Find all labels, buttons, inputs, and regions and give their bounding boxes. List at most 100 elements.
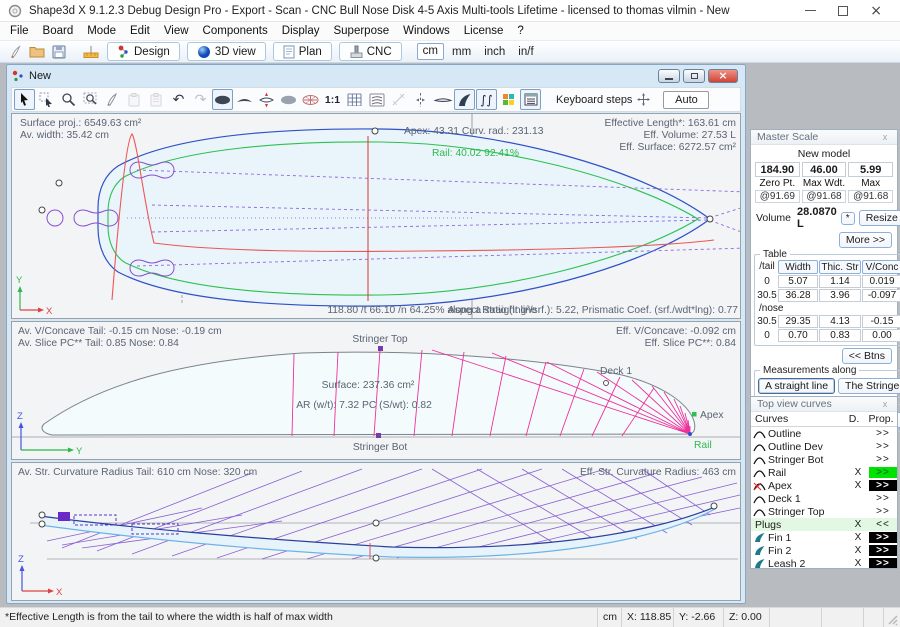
wireframe-view-icon[interactable] [300,89,321,110]
master-scale-titlebar[interactable]: Master Scale x [751,130,897,145]
unit-cm[interactable]: cm [417,43,444,60]
pen-tool-icon[interactable] [5,43,24,61]
unit-inch[interactable]: inch [479,46,510,58]
table-cell[interactable]: -0.097 [862,289,900,302]
prop-button[interactable]: >> [869,493,897,504]
curve-row-outline[interactable]: Outline >> [751,427,897,440]
slice-view-panel[interactable]: Z Y Av. V/Concave Tail: -0.15 cm Nose: -… [11,321,741,460]
paste-slice-icon[interactable] [146,89,167,110]
area-select-icon[interactable] [36,89,57,110]
curve-row-leash[interactable]: Leash 2 X >> [751,557,897,569]
width-column-button[interactable]: Width [778,260,818,274]
curvature-tool-icon[interactable]: ∫∫ [476,89,497,110]
curve-row-apex[interactable]: Apex X >> [751,479,897,492]
zoom-in-icon[interactable] [58,89,79,110]
document-titlebar[interactable]: New × [7,65,745,86]
slice-view-canvas[interactable]: Z Y Av. V/Concave Tail: -0.15 cm Nose: -… [12,322,740,459]
unit-mm[interactable]: mm [447,46,476,58]
top-view-canvas[interactable]: Y X Surface proj.: 6549.63 cm² Av. width… [12,114,740,318]
redo-icon[interactable]: ↷ [190,89,211,110]
properties-list-icon[interactable] [520,89,541,110]
plan-button[interactable]: Plan [273,42,332,61]
table-cell[interactable]: -0.15 [862,315,900,328]
curve-row-deck1[interactable]: Deck 1 >> [751,492,897,505]
max-thck-value[interactable]: @91.68 [848,190,893,203]
curve-row-stringer-top[interactable]: Stringer Top >> [751,505,897,518]
menu-board[interactable]: Board [36,23,81,39]
curve-row-outline-dev[interactable]: Outline Dev >> [751,440,897,453]
prop-button[interactable]: >> [869,545,897,556]
curve-row-stringer-bot[interactable]: Stringer Bot >> [751,453,897,466]
design-button[interactable]: Design [107,42,180,61]
unit-inf[interactable]: in/f [513,46,538,58]
center-guides-icon[interactable] [410,89,431,110]
menu-windows[interactable]: Windows [396,23,457,39]
zero-pt-value[interactable]: @91.69 [755,190,800,203]
menu-edit[interactable]: Edit [123,23,157,39]
menu-superpose[interactable]: Superpose [326,23,396,39]
length-value[interactable]: 184.90 [755,162,800,177]
scale-tool-icon[interactable] [81,43,100,61]
cnc-button[interactable]: CNC [339,42,402,61]
curve-row-fin1[interactable]: Fin 1 X >> [751,531,897,544]
curve-row-plugs[interactable]: Plugs X << [751,518,897,531]
prop-button[interactable]: >> [869,441,897,452]
curves-close-icon[interactable]: x [879,399,891,409]
curve-row-rail[interactable]: Rail X >> [751,466,897,479]
table-cell[interactable]: 3.96 [819,289,861,302]
thickness-view-icon[interactable] [432,89,453,110]
fin-tool-icon[interactable] [454,89,475,110]
rocker-view-panel[interactable]: Z X Av. Str. Curvature Radius Tail: 610 … [11,462,741,601]
doc-minimize-icon[interactable] [658,69,680,83]
measure-diagonal-icon[interactable] [388,89,409,110]
resize-grip[interactable] [884,608,900,627]
menu-mode[interactable]: Mode [80,23,123,39]
deck-profile-curve[interactable] [42,352,695,435]
doc-restore-icon[interactable] [683,69,705,83]
move-steps-icon[interactable] [633,89,654,110]
prop-button[interactable]: >> [869,480,897,491]
copy-slice-icon[interactable] [124,89,145,110]
width-value[interactable]: 46.00 [802,162,847,177]
table-cell[interactable]: 0.83 [819,329,861,342]
auto-button[interactable]: Auto [663,91,709,109]
select-cursor-icon[interactable] [14,89,35,110]
prop-button[interactable]: >> [869,454,897,465]
minimize-icon[interactable] [805,10,816,11]
prop-button[interactable]: >> [869,532,897,543]
colors-icon[interactable] [498,89,519,110]
zoom-selection-icon[interactable] [80,89,101,110]
undo-icon[interactable]: ↶ [168,89,189,110]
more-button[interactable]: More >> [839,232,892,248]
open-folder-icon[interactable] [27,43,46,61]
3d-view-button[interactable]: 3D view [187,42,266,61]
close-icon[interactable]: × [870,5,882,17]
prop-button[interactable]: >> [869,558,897,569]
table-cell[interactable]: 36.28 [778,289,818,302]
maximize-icon[interactable] [838,6,848,16]
edit-pen-icon[interactable] [102,89,123,110]
slice-view-icon[interactable] [256,89,277,110]
curve-row-fin2[interactable]: Fin 2 X >> [751,544,897,557]
table-cell[interactable]: 0.019 [862,275,900,288]
prop-button[interactable]: >> [869,506,897,517]
table-cell[interactable]: 5.07 [778,275,818,288]
menu-file[interactable]: File [3,23,36,39]
outline-view-icon[interactable] [212,89,233,110]
straight-line-button[interactable]: A straight line [758,378,835,394]
grid-icon[interactable] [344,89,365,110]
curves-titlebar[interactable]: Top view curves x [751,397,897,412]
menu-components[interactable]: Components [196,23,275,39]
thickness-value[interactable]: 5.99 [848,162,893,177]
table-cell[interactable]: 4.13 [819,315,861,328]
table-cell[interactable]: 0.00 [862,329,900,342]
stringer-button[interactable]: The Stringer [838,378,900,394]
resize-button[interactable]: Resize [859,210,900,226]
slices-list-icon[interactable] [366,89,387,110]
master-scale-close-icon[interactable]: x [879,132,891,142]
table-cell[interactable]: 1.14 [819,275,861,288]
deck-view-icon[interactable] [278,89,299,110]
rocker-view-canvas[interactable]: Z X Av. Str. Curvature Radius Tail: 610 … [12,463,740,600]
btns-toggle-button[interactable]: << Btns [842,348,892,364]
vconc-column-button[interactable]: V/Conc [862,260,900,274]
